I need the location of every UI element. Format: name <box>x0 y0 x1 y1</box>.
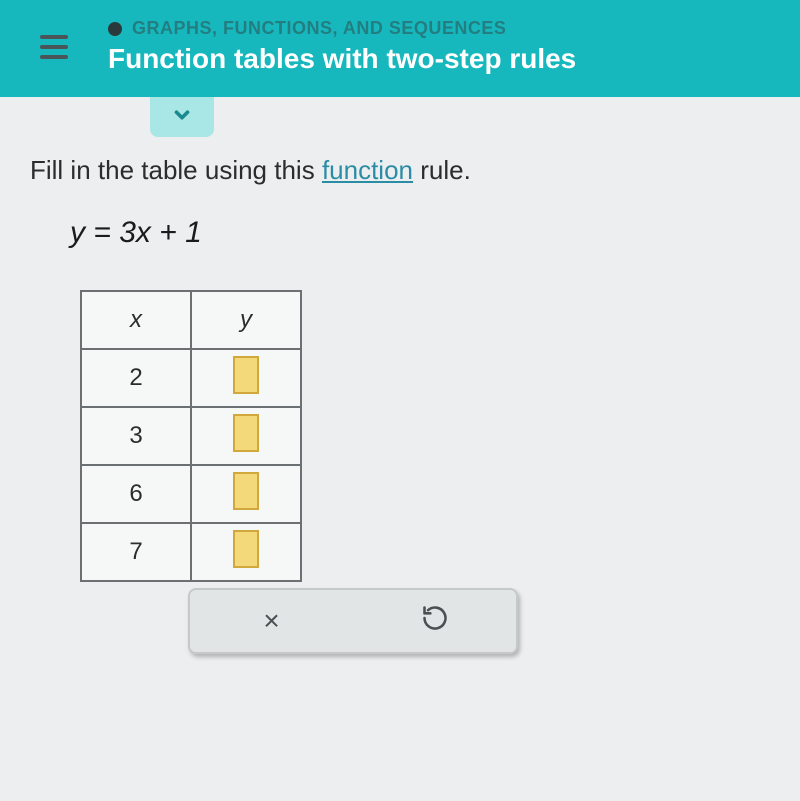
function-rule-equation: y = 3x + 1 <box>0 186 800 250</box>
answer-toolbar: × <box>188 588 518 654</box>
expand-tab[interactable] <box>150 97 214 137</box>
function-table-wrap: x y 2 3 6 7 × <box>0 250 800 654</box>
table-row: 2 <box>81 349 301 407</box>
header-text-block: GRAPHS, FUNCTIONS, AND SEQUENCES Functio… <box>108 18 576 75</box>
y-input-cell <box>191 465 301 523</box>
breadcrumb: GRAPHS, FUNCTIONS, AND SEQUENCES <box>132 18 506 39</box>
chevron-down-icon <box>171 104 193 131</box>
x-value-cell: 7 <box>81 523 191 581</box>
table-header-row: x y <box>81 291 301 349</box>
answer-input[interactable] <box>233 414 259 452</box>
instruction-prefix: Fill in the table using this <box>30 155 322 185</box>
instruction-text: Fill in the table using this function ru… <box>0 97 800 186</box>
answer-input[interactable] <box>233 472 259 510</box>
clear-button[interactable]: × <box>252 601 292 641</box>
column-header-y: y <box>191 291 301 349</box>
app-header: GRAPHS, FUNCTIONS, AND SEQUENCES Functio… <box>0 0 800 97</box>
answer-input[interactable] <box>233 356 259 394</box>
close-icon: × <box>263 605 279 637</box>
breadcrumb-row: GRAPHS, FUNCTIONS, AND SEQUENCES <box>108 18 576 39</box>
y-input-cell <box>191 407 301 465</box>
table-row: 7 <box>81 523 301 581</box>
x-value-cell: 2 <box>81 349 191 407</box>
page-title: Function tables with two-step rules <box>108 43 576 75</box>
x-value-cell: 6 <box>81 465 191 523</box>
undo-button[interactable] <box>415 601 455 641</box>
column-header-x: x <box>81 291 191 349</box>
x-value-cell: 3 <box>81 407 191 465</box>
y-input-cell <box>191 523 301 581</box>
table-row: 6 <box>81 465 301 523</box>
answer-input[interactable] <box>233 530 259 568</box>
instruction-suffix: rule. <box>413 155 471 185</box>
undo-icon <box>421 604 449 639</box>
function-table: x y 2 3 6 7 <box>80 290 302 582</box>
breadcrumb-dot-icon <box>108 22 122 36</box>
y-input-cell <box>191 349 301 407</box>
table-row: 3 <box>81 407 301 465</box>
content-area: Fill in the table using this function ru… <box>0 97 800 801</box>
menu-icon[interactable] <box>40 35 68 59</box>
glossary-link-function[interactable]: function <box>322 155 413 185</box>
